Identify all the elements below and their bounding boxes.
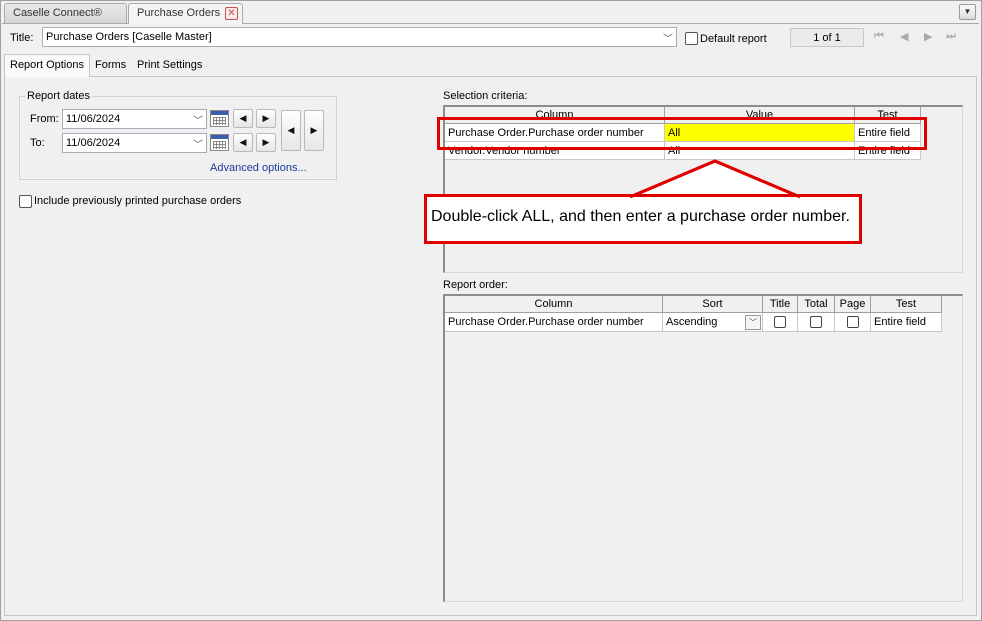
title-value: Purchase Orders [Caselle Master] bbox=[46, 31, 212, 43]
report-order-grid bbox=[443, 294, 963, 602]
title-label: Title: bbox=[10, 32, 34, 44]
to-date-value: 11/06/2024 bbox=[66, 137, 121, 149]
tab-caselle-connect[interactable]: Caselle Connect® bbox=[4, 3, 127, 23]
tab-label: Purchase Orders bbox=[137, 7, 221, 19]
order-row-1-total bbox=[798, 313, 835, 332]
title-select[interactable]: Purchase Orders [Caselle Master] ﹀ bbox=[42, 27, 677, 47]
default-report-label: Default report bbox=[700, 33, 767, 45]
range-prev-button[interactable]: ◀ bbox=[281, 110, 301, 151]
order-row-1-title bbox=[763, 313, 798, 332]
tab-report-options[interactable]: Report Options bbox=[4, 54, 90, 77]
tab-forms[interactable]: Forms bbox=[90, 56, 131, 76]
page-indicator-text: 1 of 1 bbox=[813, 32, 841, 44]
advanced-options-link[interactable]: Advanced options... bbox=[210, 162, 307, 174]
range-next-button[interactable]: ▶ bbox=[304, 110, 324, 151]
tab-label: Caselle Connect® bbox=[13, 7, 102, 19]
order-row-1-column[interactable]: Purchase Order.Purchase order number bbox=[445, 313, 663, 332]
close-tab-icon[interactable]: ✕ bbox=[225, 7, 238, 20]
order-total-header: Total bbox=[798, 296, 835, 313]
tab-label: Report Options bbox=[10, 59, 84, 71]
tab-label: Forms bbox=[95, 59, 127, 71]
title-checkbox[interactable] bbox=[774, 316, 786, 328]
order-row-1-page bbox=[835, 313, 871, 332]
previous-page-icon[interactable]: ◀ bbox=[900, 30, 908, 43]
report-order-label: Report order: bbox=[443, 279, 508, 291]
include-printed-checkbox[interactable] bbox=[19, 195, 32, 208]
instruction-callout: Double-click ALL, and then enter a purch… bbox=[424, 194, 862, 244]
sort-value: Ascending bbox=[666, 316, 718, 328]
from-date-value: 11/06/2024 bbox=[66, 113, 121, 125]
total-checkbox[interactable] bbox=[810, 316, 822, 328]
tab-purchase-orders[interactable]: Purchase Orders ✕ bbox=[128, 3, 243, 24]
include-printed-label: Include previously printed purchase orde… bbox=[34, 195, 242, 207]
next-page-icon[interactable]: ▶ bbox=[924, 30, 932, 43]
to-calendar-icon[interactable] bbox=[210, 134, 229, 151]
selection-criteria-label: Selection criteria: bbox=[443, 90, 528, 102]
highlight-box bbox=[437, 117, 927, 150]
from-label: From: bbox=[30, 113, 59, 125]
callout-text: Double-click ALL, and then enter a purch… bbox=[431, 208, 850, 225]
callout-pointer-outline bbox=[630, 159, 801, 199]
last-page-icon[interactable]: ⏭ bbox=[946, 30, 956, 43]
order-title-header: Title bbox=[763, 296, 798, 313]
order-page-header: Page bbox=[835, 296, 871, 313]
default-report-checkbox[interactable] bbox=[685, 32, 698, 45]
order-column-header: Column bbox=[445, 296, 663, 313]
order-row-1-test[interactable]: Entire field bbox=[871, 313, 942, 332]
tab-menu-chevron-icon[interactable]: ▼ bbox=[959, 4, 976, 20]
chevron-down-icon: ﹀ bbox=[663, 34, 673, 45]
chevron-down-icon: ﹀ bbox=[193, 140, 203, 151]
order-sort-header: Sort bbox=[663, 296, 763, 313]
page-checkbox[interactable] bbox=[846, 316, 859, 328]
order-test-header: Test bbox=[871, 296, 942, 313]
from-prev-day-button[interactable]: ◀ bbox=[233, 109, 253, 128]
chevron-down-icon: ﹀ bbox=[193, 116, 203, 127]
tab-label: Print Settings bbox=[137, 59, 203, 71]
to-next-day-button[interactable]: ▶ bbox=[256, 133, 276, 152]
page-indicator: 1 of 1 bbox=[790, 28, 864, 47]
from-calendar-icon[interactable] bbox=[210, 110, 229, 127]
from-date-field[interactable]: 11/06/2024 ﹀ bbox=[62, 109, 207, 129]
first-page-icon[interactable]: ⏮ bbox=[874, 30, 884, 43]
to-label: To: bbox=[30, 137, 45, 149]
to-date-field[interactable]: 11/06/2024 ﹀ bbox=[62, 133, 207, 153]
from-next-day-button[interactable]: ▶ bbox=[256, 109, 276, 128]
report-dates-legend: Report dates bbox=[25, 90, 92, 102]
to-prev-day-button[interactable]: ◀ bbox=[233, 133, 253, 152]
tab-print-settings[interactable]: Print Settings bbox=[132, 56, 207, 76]
sort-dropdown-chevron-icon[interactable]: ﹀ bbox=[745, 315, 761, 330]
